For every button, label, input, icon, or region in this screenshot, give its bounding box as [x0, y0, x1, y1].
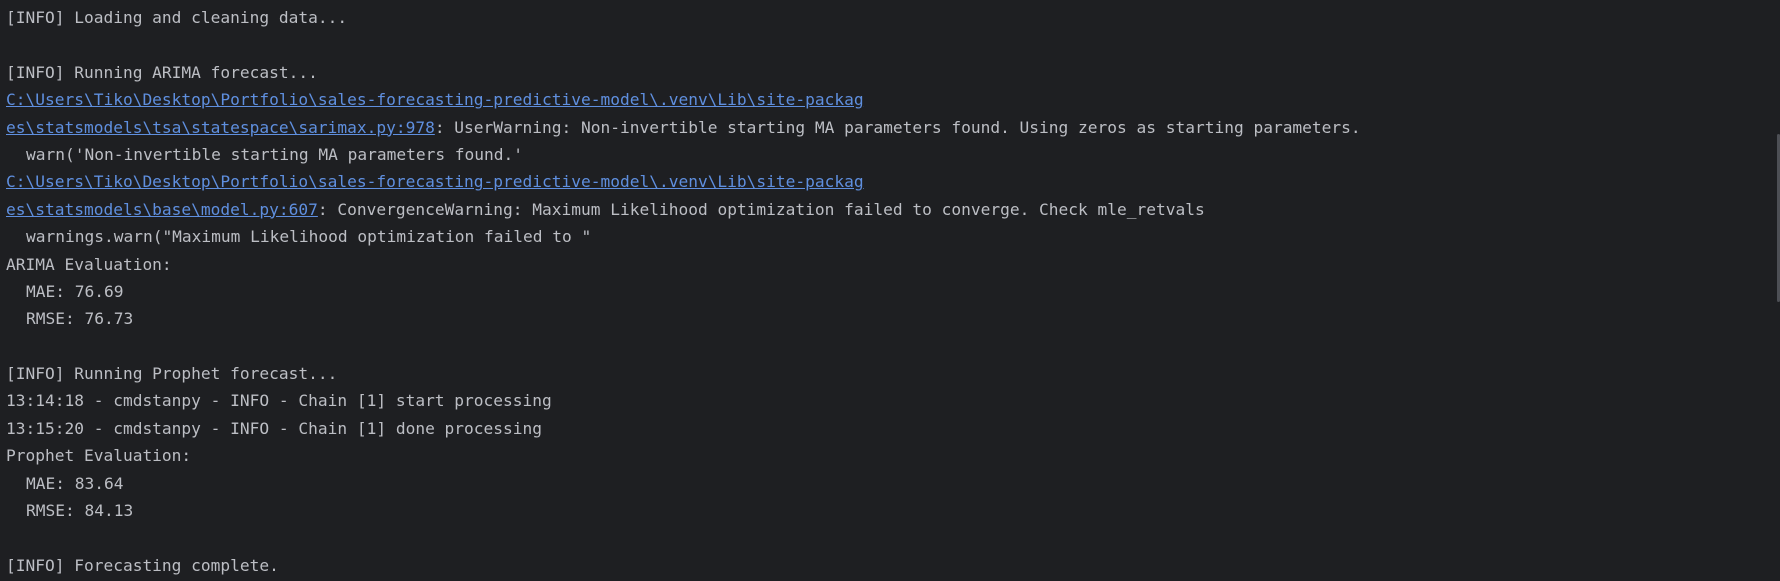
file-link[interactable]: es\statsmodels\tsa\statespace\sarimax.py… — [6, 118, 435, 137]
file-link[interactable]: C:\Users\Tiko\Desktop\Portfolio\sales-fo… — [6, 172, 864, 191]
console-line: [INFO] Forecasting complete. — [6, 555, 279, 575]
console-line: [INFO] Running Prophet forecast... — [6, 364, 338, 384]
console-line: es\statsmodels\base\model.py:607: Conver… — [6, 196, 1780, 223]
console-line: Prophet Evaluation: — [6, 446, 192, 466]
console-line: RMSE: 84.13 — [26, 501, 134, 521]
console-line: warnings.warn("Maximum Likelihood optimi… — [26, 227, 592, 247]
console-line: es\statsmodels\tsa\statespace\sarimax.py… — [6, 114, 1780, 141]
console-line: MAE: 83.64 — [26, 473, 124, 493]
console-line: 13:14:18 - cmdstanpy - INFO - Chain [1] … — [6, 391, 552, 411]
vertical-scrollbar[interactable] — [1775, 0, 1780, 581]
warning-message: : ConvergenceWarning: Maximum Likelihood… — [317, 199, 1205, 219]
console-line: C:\Users\Tiko\Desktop\Portfolio\sales-fo… — [6, 168, 1780, 195]
warning-message: : UserWarning: Non-invertible starting M… — [434, 117, 1361, 137]
console-line: 13:15:20 - cmdstanpy - INFO - Chain [1] … — [6, 418, 543, 438]
console-line: ARIMA Evaluation: — [6, 254, 172, 274]
console-line: [INFO] Running ARIMA forecast... — [6, 62, 318, 82]
file-link[interactable]: es\statsmodels\base\model.py:607 — [6, 200, 318, 219]
console-line: C:\Users\Tiko\Desktop\Portfolio\sales-fo… — [6, 86, 1780, 113]
file-link[interactable]: C:\Users\Tiko\Desktop\Portfolio\sales-fo… — [6, 90, 864, 109]
console-line: [INFO] Loading and cleaning data... — [6, 8, 348, 27]
console-line: RMSE: 76.73 — [26, 309, 134, 329]
console-line: warn('Non-invertible starting MA paramet… — [26, 144, 524, 164]
console-line: MAE: 76.69 — [26, 281, 124, 301]
run-console-output: [INFO] Loading and cleaning data... [INF… — [0, 0, 1780, 581]
